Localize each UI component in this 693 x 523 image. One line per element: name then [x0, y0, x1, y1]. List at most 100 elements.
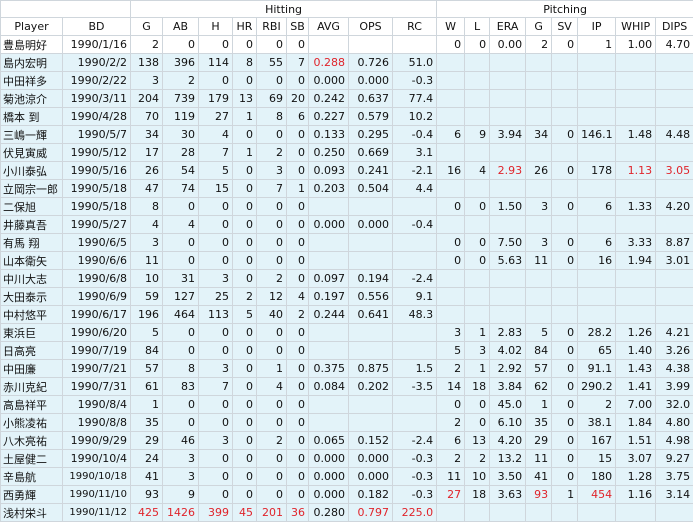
stat-cell-hr: 0: [232, 161, 257, 180]
stat-cell-w: 6: [436, 431, 466, 450]
table-row: 八木亮祐 1990/9/29 29 46 3 0 2 0 0.065 0.152 -2.4 6 13 4.…: [0, 431, 693, 450]
stat-cell-rc: -2.4: [391, 431, 438, 450]
stat-cell-ops: [348, 35, 393, 54]
stat-cell-h: 0: [198, 413, 233, 432]
stat-cell-avg: 0.000: [308, 215, 349, 234]
stat-cell-sb: 7: [286, 53, 309, 72]
stat-cell-sb: 0: [286, 161, 309, 180]
stat-cell-h: 0: [198, 233, 233, 252]
stat-cell-rc: 48.3: [391, 305, 438, 324]
stat-cell-g: 17: [130, 143, 163, 162]
birthdate-cell: 1990/5/12: [62, 143, 131, 162]
stat-cell-hr: 13: [232, 89, 257, 108]
column-header-ip: IP: [577, 17, 617, 36]
player-name-cell: 有馬 翔: [0, 233, 63, 252]
stat-cell-era: 13.2: [489, 449, 527, 468]
stat-cell-ip: [577, 503, 617, 522]
stat-cell-ip: 28.2: [577, 323, 617, 342]
stat-cell-era: [489, 215, 527, 234]
stat-cell-dips: 4.20: [655, 197, 693, 216]
birthdate-cell: 1990/10/4: [62, 449, 131, 468]
stat-cell-g: 59: [130, 287, 163, 306]
stat-cell-dips: [655, 107, 693, 126]
stat-cell-sv: [551, 215, 579, 234]
stat-cell-h: 0: [198, 215, 233, 234]
stat-cell-ip: 290.2: [577, 377, 617, 396]
player-name-cell: 中田祥多: [0, 71, 63, 90]
stat-cell-ab: 30: [162, 125, 199, 144]
stat-cell-rc: -2.4: [391, 269, 438, 288]
table-row: 辛島航 1990/10/18 41 3 0 0 0 0 0.000 0.000 -0.3 11 10 3.…: [0, 467, 693, 486]
stat-cell-w: [436, 305, 466, 324]
stat-cell-w: 14: [436, 377, 466, 396]
stat-cell-ab: 2: [162, 71, 199, 90]
stat-cell-pitch-g: 34: [525, 125, 553, 144]
stat-cell-w: 2: [436, 359, 466, 378]
stat-cell-sv: 0: [551, 251, 579, 270]
player-name-cell: 高島祥平: [0, 395, 63, 414]
stat-cell-hr: 0: [232, 71, 257, 90]
birthdate-cell: 1990/7/31: [62, 377, 131, 396]
stat-cell-w: 0: [436, 35, 466, 54]
stat-cell-pitch-g: 93: [525, 485, 553, 504]
stat-cell-whip: [615, 89, 657, 108]
stat-cell-era: [489, 107, 527, 126]
stat-cell-sv: 0: [551, 431, 579, 450]
stat-cell-g: 1: [130, 395, 163, 414]
stat-cell-avg: 0.097: [308, 269, 349, 288]
stat-cell-w: 0: [436, 197, 466, 216]
stat-cell-era: 3.94: [489, 125, 527, 144]
stat-cell-ab: 0: [162, 395, 199, 414]
stat-cell-g: 425: [130, 503, 163, 522]
stat-cell-avg: 0.197: [308, 287, 349, 306]
stat-cell-hr: 0: [232, 197, 257, 216]
stat-cell-l: [464, 107, 491, 126]
table-row: 中田廉 1990/7/21 57 8 3 0 1 0 0.375 0.875 1.5 2 1 2.92 57…: [0, 359, 693, 378]
stat-cell-ip: [577, 71, 617, 90]
stat-cell-l: [464, 215, 491, 234]
stat-cell-dips: 3.75: [655, 467, 693, 486]
column-header-hr: HR: [232, 17, 257, 36]
stat-cell-dips: [655, 143, 693, 162]
stat-cell-rc: [391, 341, 438, 360]
stat-cell-ops: 0.669: [348, 143, 393, 162]
table-row: 井藤真吾 1990/5/27 4 4 0 0 0 0 0.000 0.000 -0.4: [0, 215, 693, 234]
stat-cell-ip: 6: [577, 197, 617, 216]
stat-cell-hr: 0: [232, 341, 257, 360]
stat-cell-w: [436, 269, 466, 288]
table-row: 菊池涼介 1990/3/11 204 739 179 13 69 20 0.242 0.637 77…: [0, 89, 693, 108]
stat-cell-era: 45.0: [489, 395, 527, 414]
stat-cell-sb: 0: [286, 341, 309, 360]
stat-cell-dips: 4.21: [655, 323, 693, 342]
stat-cell-ip: [577, 287, 617, 306]
stat-cell-avg: 0.000: [308, 71, 349, 90]
stat-cell-ip: 38.1: [577, 413, 617, 432]
stat-cell-w: 2: [436, 449, 466, 468]
stat-cell-avg: 0.280: [308, 503, 349, 522]
player-name-cell: 立岡宗一郎: [0, 179, 63, 198]
stat-cell-ops: 0.641: [348, 305, 393, 324]
stat-cell-era: [489, 503, 527, 522]
player-name-cell: 豊島明好: [0, 35, 63, 54]
stat-cell-h: 3: [198, 359, 233, 378]
stat-cell-ab: 0: [162, 341, 199, 360]
stat-cell-pitch-g: [525, 107, 553, 126]
stat-cell-dips: [655, 305, 693, 324]
stat-cell-w: [436, 53, 466, 72]
column-header-row: Player BD G AB H HR RBI SB AVG OPS RC W L ERA G SV IP WHI…: [0, 17, 693, 36]
stat-cell-whip: 1.43: [615, 359, 657, 378]
stat-cell-ops: [348, 341, 393, 360]
stat-cell-ops: 0.202: [348, 377, 393, 396]
stat-cell-sv: [551, 143, 579, 162]
stat-cell-rbi: 0: [256, 341, 287, 360]
player-name-cell: 東浜巨: [0, 323, 63, 342]
stat-cell-rc: -0.3: [391, 467, 438, 486]
column-header-h: H: [198, 17, 233, 36]
stat-cell-pitch-g: [525, 215, 553, 234]
stat-cell-rbi: 7: [256, 179, 287, 198]
stat-cell-sv: 0: [551, 323, 579, 342]
stat-cell-era: 3.50: [489, 467, 527, 486]
stat-cell-l: 4: [464, 161, 491, 180]
stat-cell-g: 93: [130, 485, 163, 504]
stat-cell-dips: 4.70: [655, 35, 693, 54]
